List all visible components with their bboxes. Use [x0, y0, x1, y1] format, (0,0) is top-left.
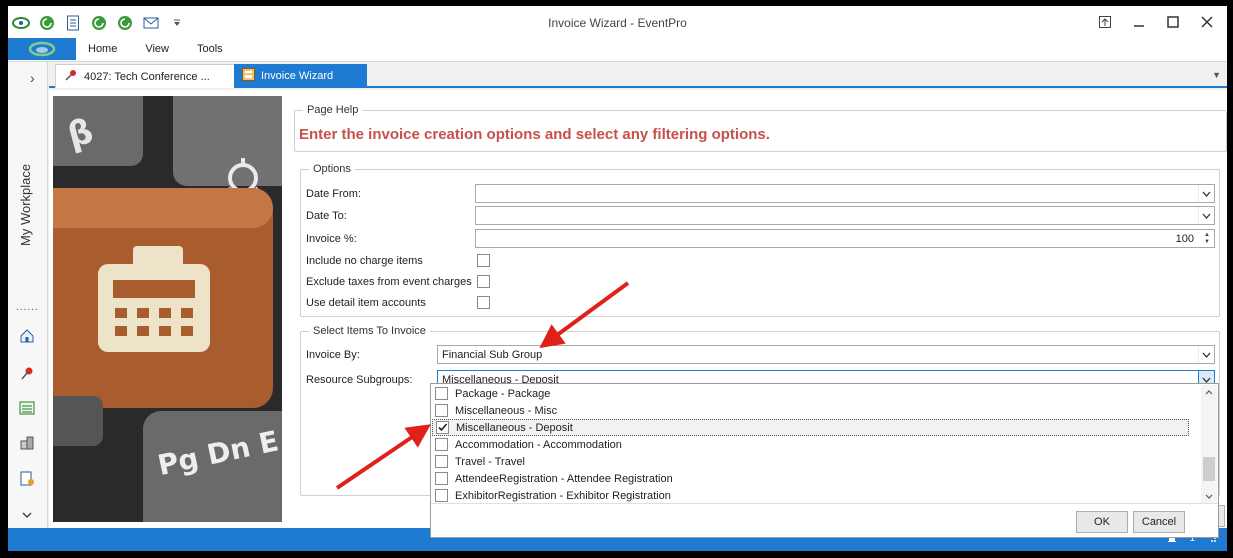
document-tab-bar: 4027: Tech Conference ... Invoice Wizard… [49, 62, 1227, 88]
scroll-down-icon[interactable] [1201, 489, 1217, 503]
item-label: Miscellaneous - Deposit [456, 421, 573, 434]
eventpro-app-icon [28, 41, 56, 57]
date-from-label: Date From: [306, 188, 362, 200]
list-item[interactable]: Travel - Travel [432, 453, 1189, 470]
date-to-input[interactable] [475, 206, 1215, 225]
window-title: Invoice Wizard - EventPro [548, 16, 687, 30]
ribbon-menu: Home View Tools [88, 43, 223, 55]
close-icon[interactable] [1195, 12, 1219, 32]
tab-list-dropdown-icon[interactable]: ▼ [1212, 70, 1221, 80]
scroll-up-icon[interactable] [1201, 385, 1217, 399]
tab-label: Invoice Wizard [261, 70, 334, 82]
wizard-icon [242, 68, 255, 84]
item-checkbox[interactable] [435, 438, 448, 451]
page-help-text: Enter the invoice creation options and s… [299, 126, 770, 143]
title-bar: Invoice Wizard - EventPro [8, 6, 1227, 38]
my-workplace-label[interactable]: My Workplace [18, 164, 33, 246]
use-detail-accounts-checkbox[interactable] [477, 296, 490, 309]
tab-label: 4027: Tech Conference ... [84, 70, 210, 83]
item-checkbox[interactable] [435, 404, 448, 417]
item-label: Package - Package [455, 387, 551, 400]
exclude-taxes-checkbox[interactable] [477, 275, 490, 288]
cancel-button[interactable]: Cancel [1133, 511, 1185, 533]
use-detail-accounts-label: Use detail item accounts [306, 297, 426, 309]
chevron-down-icon[interactable] [1198, 346, 1214, 363]
item-checkbox[interactable] [435, 455, 448, 468]
tab-invoice-wizard[interactable]: Invoice Wizard [234, 64, 367, 88]
venue-icon[interactable] [18, 434, 36, 452]
pin-window-icon[interactable] [1093, 12, 1117, 32]
ok-button[interactable]: OK [1076, 511, 1128, 533]
window-controls [1093, 12, 1219, 32]
include-no-charge-checkbox[interactable] [477, 254, 490, 267]
options-legend: Options [309, 163, 355, 175]
date-to-label: Date To: [306, 210, 347, 222]
item-checkbox[interactable] [435, 387, 448, 400]
item-checkbox-checked[interactable] [436, 421, 449, 434]
page-help-group: Page Help Enter the invoice creation opt… [294, 104, 1227, 152]
pin-icon [64, 68, 78, 85]
menu-tools[interactable]: Tools [197, 43, 223, 55]
spin-updown-icon[interactable]: ▲ ▼ [1200, 230, 1214, 247]
invoice-percent-value: 100 [1175, 233, 1194, 245]
checkmark-icon [438, 423, 448, 432]
item-label: Miscellaneous - Misc [455, 404, 558, 417]
item-label: Travel - Travel [455, 455, 525, 468]
list-item[interactable]: ExhibitorRegistration - Exhibitor Regist… [432, 487, 1189, 504]
resource-subgroups-dropdown: Package - Package Miscellaneous - Misc M… [430, 383, 1219, 538]
tab-tech-conference[interactable]: 4027: Tech Conference ... [55, 64, 235, 88]
resource-subgroups-label: Resource Subgroups: [306, 374, 413, 386]
invoice-percent-label: Invoice %: [306, 233, 357, 245]
include-no-charge-label: Include no charge items [306, 255, 423, 267]
keyboard-calculator-image: β Pg Dn E [53, 96, 282, 522]
maximize-icon[interactable] [1161, 12, 1185, 32]
expand-chevron-icon[interactable]: › [30, 70, 35, 86]
scroll-down-chevron-icon[interactable] [18, 506, 36, 524]
list-item[interactable]: Miscellaneous - Deposit [432, 419, 1189, 436]
menu-view[interactable]: View [145, 43, 169, 55]
item-checkbox[interactable] [435, 472, 448, 485]
list-view-icon[interactable] [18, 399, 36, 417]
pushpin-icon[interactable] [18, 364, 36, 382]
invoice-by-label: Invoice By: [306, 349, 360, 361]
application-menu-button[interactable] [8, 38, 76, 60]
item-label: Accommodation - Accommodation [455, 438, 622, 451]
list-item[interactable]: Package - Package [432, 385, 1189, 402]
ribbon: Home View Tools [8, 38, 1227, 62]
item-label: AttendeeRegistration - Attendee Registra… [455, 472, 673, 485]
list-item[interactable]: Accommodation - Accommodation [432, 436, 1189, 453]
minimize-icon[interactable] [1127, 12, 1151, 32]
home-icon[interactable] [18, 327, 36, 345]
dropdown-scrollbar[interactable] [1201, 385, 1217, 503]
exclude-taxes-label: Exclude taxes from event charges [306, 276, 472, 288]
scrollbar-thumb[interactable] [1203, 457, 1215, 481]
chevron-down-icon[interactable] [1198, 207, 1214, 224]
invoice-percent-spinner[interactable]: 100 ▲ ▼ [475, 229, 1215, 248]
select-items-legend: Select Items To Invoice [309, 325, 430, 337]
item-label: ExhibitorRegistration - Exhibitor Regist… [455, 489, 671, 502]
chevron-down-icon[interactable] [1198, 185, 1214, 202]
invoice-by-select[interactable]: Financial Sub Group [437, 345, 1215, 364]
list-item[interactable]: Miscellaneous - Misc [432, 402, 1189, 419]
page-help-legend: Page Help [303, 104, 363, 116]
contact-list-icon[interactable] [18, 470, 36, 488]
dropdown-footer: OK Cancel [431, 503, 1218, 537]
date-from-input[interactable] [475, 184, 1215, 203]
list-item[interactable]: AttendeeRegistration - Attendee Registra… [432, 470, 1189, 487]
menu-home[interactable]: Home [88, 43, 117, 55]
item-checkbox[interactable] [435, 489, 448, 502]
splitter-grip[interactable]: ...... [16, 302, 39, 313]
invoice-by-value: Financial Sub Group [442, 349, 543, 361]
left-navigation: › My Workplace ...... [8, 62, 48, 529]
